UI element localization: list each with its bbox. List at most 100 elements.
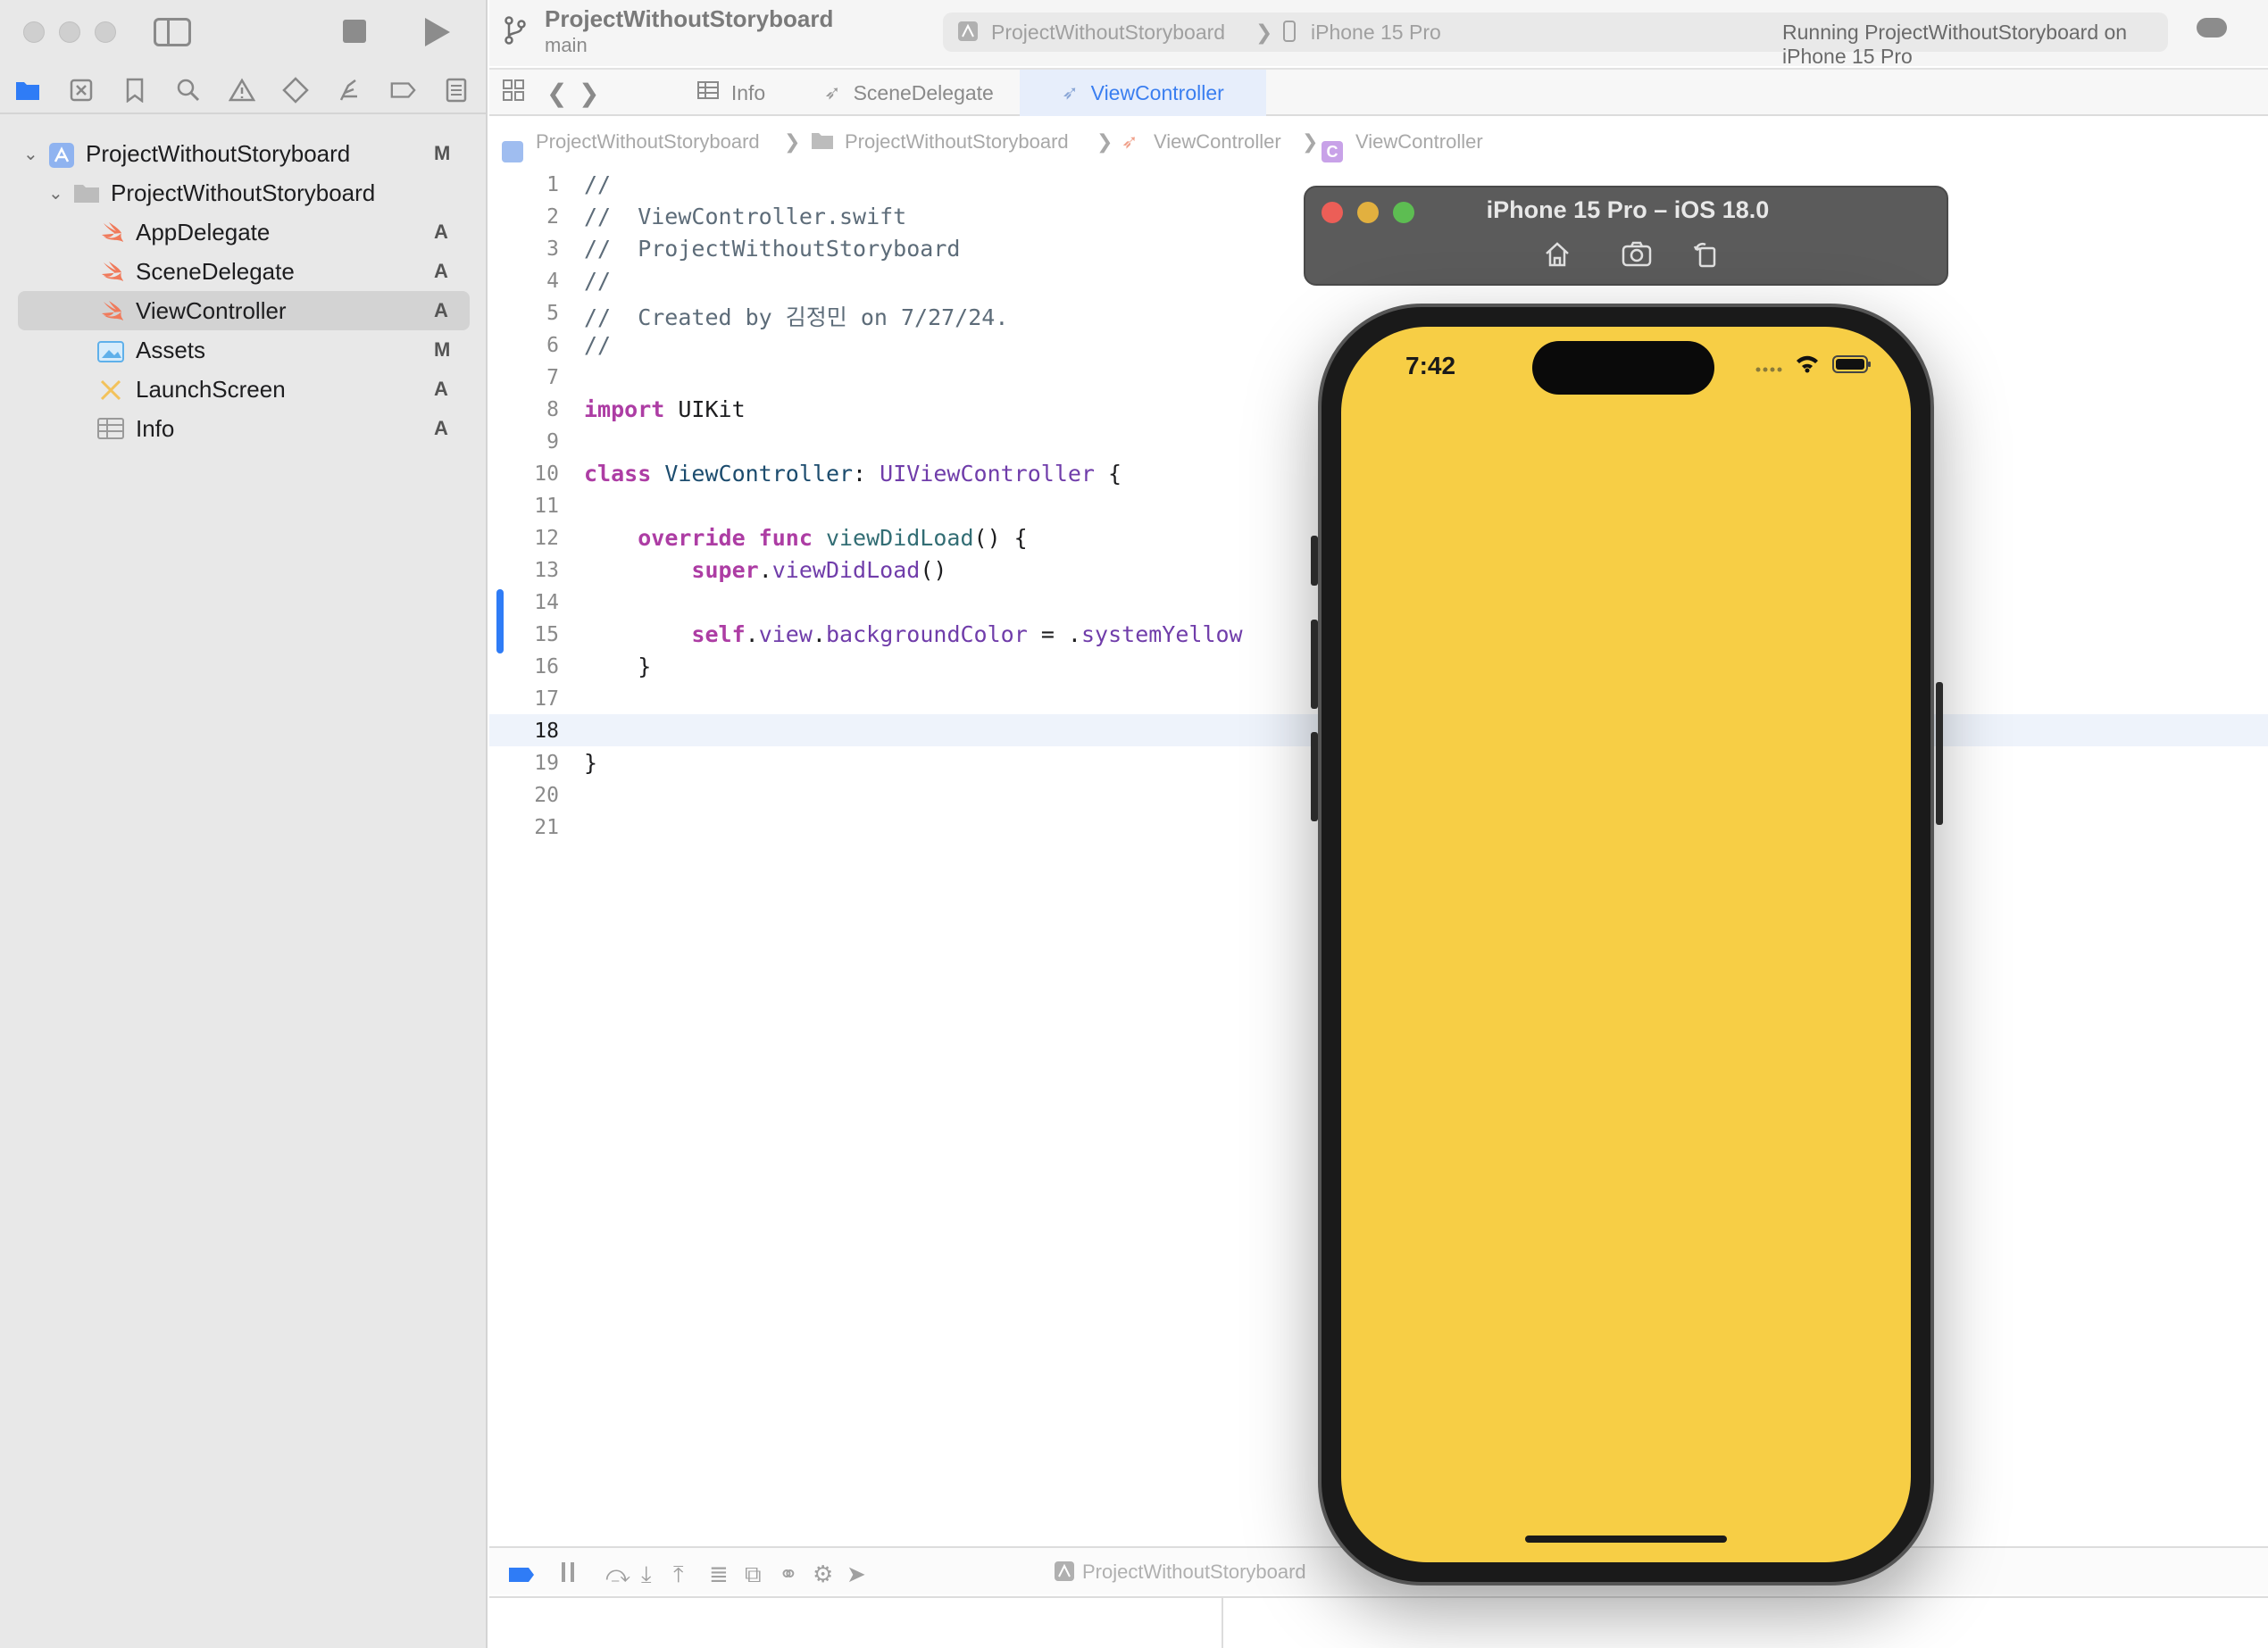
issue-icon[interactable] xyxy=(229,77,255,104)
sidebar-toggle-icon[interactable] xyxy=(154,18,191,46)
test-icon[interactable] xyxy=(282,77,309,104)
memory-debugger-icon[interactable]: ⚭ xyxy=(779,1561,798,1588)
line-number: 18 xyxy=(534,720,559,743)
memory-graph-icon[interactable]: ⧉ xyxy=(745,1561,762,1589)
code-token: . xyxy=(745,621,759,647)
back-chevron-icon[interactable]: ❮ xyxy=(546,79,567,108)
bookmark-icon[interactable] xyxy=(121,77,148,104)
report-icon[interactable] xyxy=(443,77,470,104)
chevron-right-icon: ❯ xyxy=(784,130,801,153)
jumpbar-item-file[interactable]: ViewController xyxy=(1154,130,1281,154)
breakpoints-toggle-icon[interactable] xyxy=(507,1562,536,1590)
line-number: 5 xyxy=(546,302,559,325)
home-icon[interactable] xyxy=(1543,241,1575,271)
line-number: 2 xyxy=(546,205,559,229)
find-icon[interactable] xyxy=(175,77,202,104)
chevron-down-icon[interactable]: ⌄ xyxy=(48,182,63,204)
code-text: // ProjectWithoutStoryboard xyxy=(584,236,961,262)
step-out-icon[interactable]: ⤒ xyxy=(673,1561,684,1589)
source-status-badge: A xyxy=(434,299,448,321)
run-button[interactable] xyxy=(425,18,450,46)
code-token: () { xyxy=(973,525,1028,551)
folder-icon[interactable] xyxy=(14,77,41,104)
screenshot-icon[interactable] xyxy=(1622,241,1654,271)
pause-icon[interactable] xyxy=(559,1561,579,1590)
side-power-button[interactable] xyxy=(1936,682,1943,825)
status-bar-time: 7:42 xyxy=(1405,352,1456,379)
code-token: UIKit xyxy=(664,396,746,422)
source-status-badge: A xyxy=(434,378,448,400)
forward-chevron-icon[interactable]: ❯ xyxy=(579,79,599,108)
volume-up-button[interactable] xyxy=(1311,620,1318,709)
chevron-right-icon: ❯ xyxy=(1096,130,1113,153)
project-title: ProjectWithoutStoryboard xyxy=(545,5,834,32)
debug-process-name[interactable]: ProjectWithoutStoryboard xyxy=(1082,1561,1306,1584)
line-number: 11 xyxy=(534,495,559,518)
debug-console[interactable] xyxy=(489,1596,2268,1648)
environment-overrides-icon[interactable]: ⚙ xyxy=(813,1561,833,1588)
debug-icon[interactable] xyxy=(336,77,363,104)
tree-item-info[interactable]: Info A xyxy=(0,409,488,448)
jumpbar-item-project[interactable]: ProjectWithoutStoryboard xyxy=(536,130,760,154)
cloud-icon[interactable] xyxy=(2197,18,2227,37)
keyword: class xyxy=(584,461,652,487)
build-status-text: Running ProjectWithoutStoryboard on iPho… xyxy=(1782,21,2128,68)
step-into-icon[interactable]: ⤓ xyxy=(641,1561,652,1589)
scheme-selector[interactable]: ProjectWithoutStoryboard xyxy=(991,21,1225,45)
swift-icon xyxy=(100,260,127,283)
action-button[interactable] xyxy=(1311,536,1318,586)
tree-item-scenedelegate[interactable]: SceneDelegate A xyxy=(0,252,488,291)
plist-icon xyxy=(696,81,719,104)
jumpbar-item-symbol[interactable]: ViewController xyxy=(1355,130,1483,154)
tree-item-viewcontroller[interactable]: ViewController A xyxy=(18,291,470,330)
tab-info[interactable]: Info xyxy=(664,70,798,116)
source-status-badge: A xyxy=(434,221,448,243)
minimize-window-button[interactable] xyxy=(59,21,80,43)
tree-item-assets[interactable]: Assets M xyxy=(0,330,488,370)
tree-item-project-root[interactable]: ⌄ ProjectWithoutStoryboard M xyxy=(0,134,488,173)
line-number: 17 xyxy=(534,687,559,711)
source-control-icon[interactable] xyxy=(68,77,95,104)
console-divider[interactable] xyxy=(1222,1598,1223,1648)
rotate-icon[interactable] xyxy=(1693,241,1725,271)
tab-scenedelegate[interactable]: ➶ SceneDelegate xyxy=(811,70,1007,116)
chevron-down-icon[interactable]: ⌄ xyxy=(23,143,38,165)
line-number: 9 xyxy=(546,430,559,454)
tab-label: SceneDelegate xyxy=(853,80,994,104)
grid-icon[interactable] xyxy=(502,79,525,108)
tree-item-label: SceneDelegate xyxy=(136,257,295,285)
view-hierarchy-icon[interactable]: ≣ xyxy=(709,1561,729,1588)
keyword: super xyxy=(691,557,759,583)
branch-name[interactable]: main xyxy=(545,34,588,57)
home-indicator[interactable] xyxy=(1525,1536,1727,1543)
project-navigator: ⌄ ProjectWithoutStoryboard M ⌄ ProjectWi… xyxy=(0,0,488,1648)
function-name: viewDidLoad xyxy=(825,525,974,551)
stop-button[interactable] xyxy=(343,20,366,43)
code-token: } xyxy=(638,653,652,679)
code-text: } xyxy=(584,750,598,776)
function-name: viewDidLoad xyxy=(771,557,921,583)
tree-item-group[interactable]: ⌄ ProjectWithoutStoryboard xyxy=(0,173,488,212)
tree-item-label: ProjectWithoutStoryboard xyxy=(86,139,351,167)
zoom-window-button[interactable] xyxy=(95,21,116,43)
tree-item-appdelegate[interactable]: AppDelegate A xyxy=(0,212,488,252)
tree-item-launchscreen[interactable]: LaunchScreen A xyxy=(0,370,488,409)
code-text: // Created by 김정민 on 7/27/24. xyxy=(584,304,1009,330)
step-over-icon[interactable]: ⤼ xyxy=(605,1561,630,1589)
keyword: self xyxy=(691,621,746,647)
tab-label: Info xyxy=(730,80,766,104)
tree-item-label: ProjectWithoutStoryboard xyxy=(111,179,376,206)
location-icon[interactable]: ➤ xyxy=(846,1561,866,1588)
dynamic-island xyxy=(1532,341,1714,395)
main-toolbar: ProjectWithoutStoryboard main ProjectWit… xyxy=(489,0,2268,68)
tab-viewcontroller[interactable]: ➶ ViewController xyxy=(1020,70,1266,116)
device-selector[interactable]: iPhone 15 Pro xyxy=(1311,21,1441,45)
jumpbar-item-group[interactable]: ProjectWithoutStoryboard xyxy=(845,130,1069,154)
code-text: override func viewDidLoad() { xyxy=(584,525,1028,551)
source-status-badge: A xyxy=(434,417,448,439)
close-window-button[interactable] xyxy=(23,21,45,43)
breakpoint-icon[interactable] xyxy=(389,77,416,104)
code-text: // xyxy=(584,171,612,197)
app-screen[interactable]: 7:42 xyxy=(1341,327,1911,1562)
volume-down-button[interactable] xyxy=(1311,732,1318,821)
